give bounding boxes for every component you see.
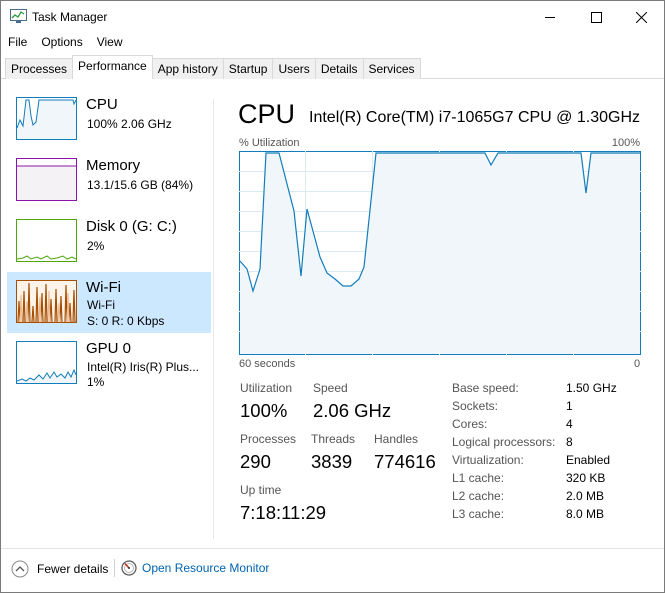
- tab-services[interactable]: Services: [362, 58, 421, 79]
- spec-value: 1.50 GHz: [566, 381, 617, 395]
- resource-sidebar: CPU 100% 2.06 GHz Memory 13.1/15.6 GB (8…: [7, 89, 211, 394]
- speed-value: 2.06 GHz: [313, 400, 392, 421]
- sidebar-memory-title: Memory: [86, 157, 141, 174]
- footer-divider: [1, 548, 664, 549]
- handles-label: Handles: [374, 432, 419, 446]
- open-resource-monitor-label: Open Resource Monitor: [142, 561, 270, 575]
- open-resource-monitor-link[interactable]: Open Resource Monitor: [121, 560, 269, 576]
- window-title: Task Manager: [32, 10, 108, 24]
- graph-y-max-label: 100%: [611, 137, 640, 149]
- speed-label: Speed: [313, 381, 348, 395]
- graph-y-label: % Utilization: [239, 137, 300, 149]
- sidebar-gpu-usage: 1%: [87, 375, 105, 389]
- spec-label: Base speed:: [452, 381, 519, 395]
- disk-thumbnail-graph: [16, 219, 77, 262]
- title-bar[interactable]: Task Manager: [1, 1, 664, 33]
- wifi-thumbnail-graph: [16, 280, 77, 323]
- sidebar-item-disk[interactable]: Disk 0 (G: C:) 2%: [7, 211, 211, 272]
- handles-value: 774616: [374, 451, 436, 472]
- tab-strip: Processes Performance App history Startu…: [5, 55, 421, 79]
- uptime-label: Up time: [240, 483, 282, 497]
- maximize-icon: [590, 11, 602, 23]
- fewer-details-label: Fewer details: [37, 562, 109, 576]
- processes-label: Processes: [240, 432, 297, 446]
- maximize-button[interactable]: [573, 1, 619, 33]
- cpu-utilization-graph: [239, 151, 641, 355]
- sidebar-item-memory[interactable]: Memory 13.1/15.6 GB (84%): [7, 150, 211, 211]
- close-button[interactable]: [618, 1, 664, 33]
- sidebar-wifi-throughput: S: 0 R: 0 Kbps: [87, 314, 165, 328]
- chevron-up-circle-icon: [11, 560, 29, 578]
- menu-bar: File Options View: [1, 33, 130, 53]
- menu-options[interactable]: Options: [34, 33, 89, 53]
- graph-x-label: 60 seconds: [239, 358, 296, 370]
- fewer-details-button[interactable]: Fewer details: [11, 560, 108, 578]
- spec-value: 8.0 MB: [566, 507, 605, 521]
- menu-view[interactable]: View: [90, 33, 130, 53]
- task-manager-window: Task Manager File Options View Processes…: [0, 0, 665, 593]
- utilization-value: 100%: [240, 400, 288, 421]
- memory-thumbnail-graph: [16, 158, 77, 201]
- spec-label: Virtualization:: [452, 453, 524, 467]
- threads-value: 3839: [311, 451, 353, 472]
- sidebar-item-gpu[interactable]: GPU 0 Intel(R) Iris(R) Plus... 1%: [7, 333, 211, 394]
- sidebar-disk-detail: 2%: [87, 239, 105, 253]
- tab-users[interactable]: Users: [272, 58, 316, 79]
- sidebar-wifi-adapter: Wi-Fi: [87, 298, 115, 312]
- spec-value: 8: [566, 435, 573, 449]
- cpu-thumbnail-graph: [16, 97, 77, 140]
- spec-label: Logical processors:: [452, 435, 556, 449]
- menu-file[interactable]: File: [1, 33, 34, 53]
- cpu-model-name: Intel(R) Core(TM) i7-1065G7 CPU @ 1.30GH…: [309, 109, 640, 126]
- processes-value: 290: [240, 451, 271, 472]
- uptime-value: 7:18:11:29: [240, 502, 327, 523]
- resource-monitor-icon: [121, 560, 137, 576]
- minimize-button[interactable]: [527, 1, 573, 33]
- spec-value: 320 KB: [566, 471, 606, 485]
- sidebar-disk-title: Disk 0 (G: C:): [86, 218, 177, 235]
- graph-x-min-label: 0: [634, 358, 641, 370]
- spec-value: 2.0 MB: [566, 489, 605, 503]
- sidebar-wifi-title: Wi-Fi: [86, 279, 121, 296]
- close-icon: [635, 11, 647, 23]
- sidebar-memory-detail: 13.1/15.6 GB (84%): [87, 178, 194, 192]
- minimize-icon: [544, 16, 555, 18]
- tab-startup[interactable]: Startup: [222, 58, 274, 79]
- tab-processes[interactable]: Processes: [5, 58, 74, 79]
- sidebar-cpu-title: CPU: [86, 96, 118, 113]
- spec-label: L1 cache:: [452, 471, 505, 485]
- tab-details[interactable]: Details: [314, 58, 364, 79]
- threads-label: Threads: [311, 432, 356, 446]
- spec-value: Enabled: [566, 453, 611, 467]
- footer-separator: [114, 559, 115, 577]
- spec-label: L2 cache:: [452, 489, 505, 503]
- sidebar-item-cpu[interactable]: CPU 100% 2.06 GHz: [7, 89, 211, 150]
- tab-app-history[interactable]: App history: [151, 58, 224, 79]
- utilization-label: Utilization: [240, 381, 293, 395]
- gpu-thumbnail-graph: [16, 341, 77, 384]
- spec-label: Cores:: [452, 417, 488, 431]
- sidebar-divider: [213, 99, 214, 539]
- spec-label: Sockets:: [452, 399, 499, 413]
- task-manager-icon: [10, 9, 27, 23]
- spec-value: 1: [566, 399, 573, 413]
- page-title: CPU: [238, 99, 296, 129]
- spec-value: 4: [566, 417, 573, 431]
- tab-performance[interactable]: Performance: [72, 55, 153, 79]
- sidebar-gpu-title: GPU 0: [86, 340, 132, 357]
- spec-label: L3 cache:: [452, 507, 505, 521]
- sidebar-item-wifi[interactable]: Wi-Fi Wi-Fi S: 0 R: 0 Kbps: [7, 272, 211, 333]
- sidebar-gpu-model: Intel(R) Iris(R) Plus...: [87, 360, 200, 374]
- sidebar-cpu-detail: 100% 2.06 GHz: [87, 117, 172, 131]
